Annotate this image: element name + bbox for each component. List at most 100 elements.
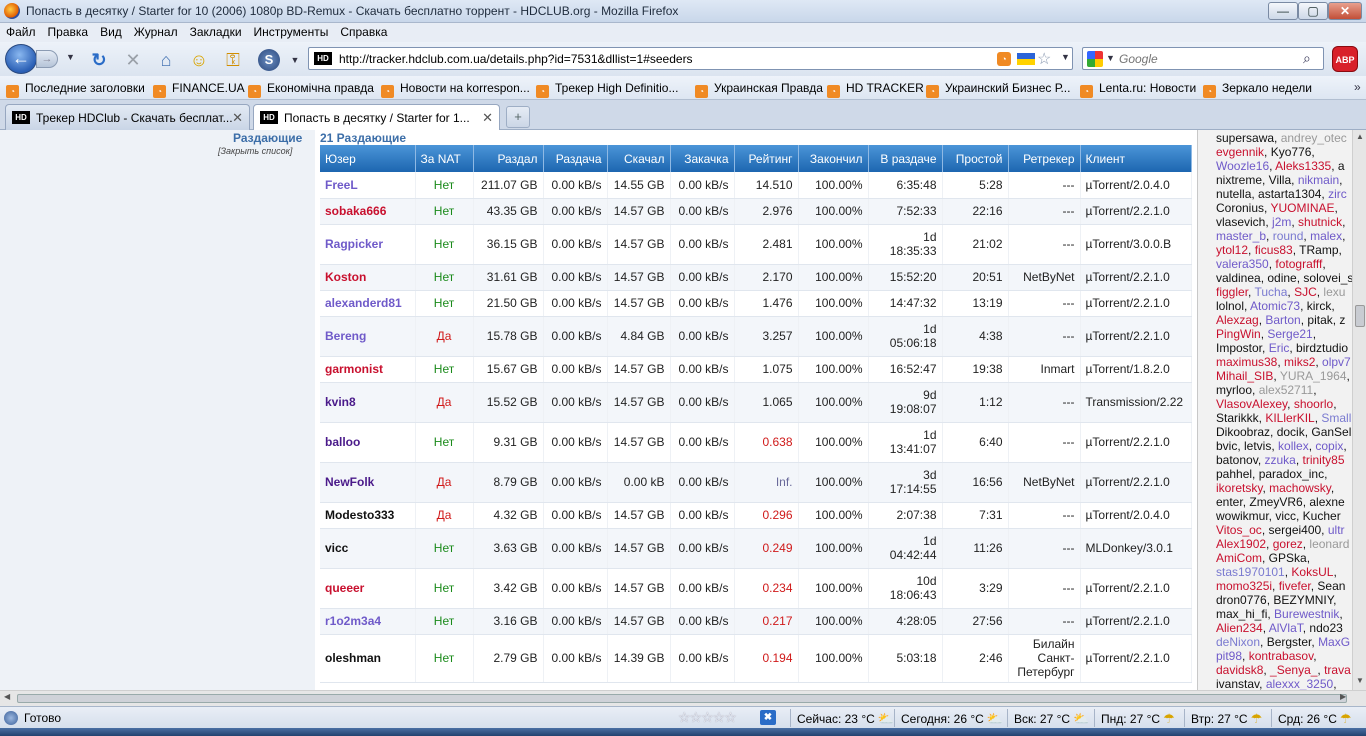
user-link[interactable]: valera350 xyxy=(1216,257,1269,271)
bookmarks-overflow-icon[interactable]: » xyxy=(1354,80,1361,94)
column-header[interactable]: Раздача xyxy=(543,145,608,172)
scroll-up-icon[interactable]: ▲ xyxy=(1353,130,1366,144)
scroll-right-icon[interactable]: ▶ xyxy=(1340,692,1346,701)
cell-user[interactable]: NewFolk xyxy=(320,462,416,503)
user-link[interactable]: nixtreme, Villa, xyxy=(1216,173,1298,187)
user-link[interactable]: batonov, xyxy=(1216,453,1264,467)
user-link[interactable]: , xyxy=(1266,537,1273,551)
adblock-plus-icon[interactable]: ABP xyxy=(1332,46,1358,72)
user-link[interactable]: alexxx_3250 xyxy=(1266,677,1333,690)
user-link[interactable]: Aleks1335 xyxy=(1275,159,1331,173)
user-link[interactable]: Alex1902 xyxy=(1216,537,1266,551)
column-header[interactable]: Закончил xyxy=(798,145,869,172)
bookmark-star-icon[interactable]: ☆ xyxy=(1037,49,1051,69)
user-link[interactable]: AmiCom xyxy=(1216,551,1262,565)
user-link[interactable]: Barton xyxy=(1265,313,1300,327)
menu-item[interactable]: Закладки xyxy=(184,23,248,39)
cell-user[interactable]: sobaka666 xyxy=(320,198,416,225)
weather-item[interactable]: Сегодня: 26 °C ⛅ xyxy=(901,711,1003,727)
user-link[interactable]: , xyxy=(1296,453,1303,467)
user-link[interactable]: , GPSka, xyxy=(1262,551,1310,565)
cell-user[interactable]: kvin8 xyxy=(320,382,416,423)
user-link[interactable]: round xyxy=(1273,229,1304,243)
user-link[interactable]: PingWin xyxy=(1216,327,1261,341)
cell-user[interactable]: vicc xyxy=(320,528,416,569)
close-list-link[interactable]: [Закрыть список] xyxy=(218,146,292,156)
reload-icon[interactable]: ↻ xyxy=(88,49,110,71)
cell-user[interactable]: alexanderd81 xyxy=(320,290,416,317)
minimize-button[interactable]: — xyxy=(1268,2,1298,20)
user-link[interactable]: , Bergster, xyxy=(1260,635,1318,649)
column-header[interactable]: Закачка xyxy=(670,145,735,172)
user-link[interactable]: YURA_1964 xyxy=(1280,369,1347,383)
maximize-button[interactable]: ▢ xyxy=(1298,2,1328,20)
rss-feed-icon[interactable]: ◔ xyxy=(997,52,1011,66)
new-tab-button[interactable]: + xyxy=(506,106,530,128)
user-link[interactable]: fotografff xyxy=(1275,257,1322,271)
user-link[interactable]: , xyxy=(1322,257,1325,271)
user-link[interactable]: dron0776, BEZYMNIY, xyxy=(1216,593,1337,607)
horizontal-scrollbar[interactable]: ◀ ▶ xyxy=(0,690,1366,706)
user-link[interactable]: KoksUL xyxy=(1291,565,1333,579)
user-link[interactable]: j2m xyxy=(1272,215,1291,229)
search-engine-dropdown-icon[interactable]: ▼ xyxy=(1106,53,1115,63)
key-icon[interactable]: ⚿ xyxy=(222,49,244,71)
user-link[interactable]: , pitak, z xyxy=(1301,313,1346,327)
user-link[interactable]: kontrabasov xyxy=(1249,649,1313,663)
menu-item[interactable]: Журнал xyxy=(128,23,184,39)
user-link[interactable]: , xyxy=(1313,327,1316,341)
user-link[interactable]: Small xyxy=(1321,411,1351,425)
user-link[interactable]: pit98 xyxy=(1216,649,1242,663)
user-link[interactable]: , xyxy=(1266,229,1273,243)
forward-button[interactable]: → xyxy=(36,50,58,68)
menu-item[interactable]: Правка xyxy=(42,23,95,39)
tab-close-icon[interactable]: ✕ xyxy=(482,110,493,126)
cell-user[interactable]: Modesto333 xyxy=(320,502,416,529)
user-link[interactable]: , xyxy=(1339,607,1342,621)
user-link[interactable]: , xyxy=(1287,397,1294,411)
url-dropdown-icon[interactable]: ▼ xyxy=(1061,52,1070,62)
user-link[interactable]: , xyxy=(1339,173,1342,187)
horizontal-scroll-thumb[interactable] xyxy=(17,694,1347,703)
column-header[interactable]: Клиент xyxy=(1080,145,1192,172)
user-link[interactable]: pahhel, paradox_inc, xyxy=(1216,467,1327,481)
user-link[interactable]: lolnol, xyxy=(1216,299,1250,313)
user-link[interactable]: , Sean xyxy=(1311,579,1346,593)
user-link[interactable]: kollex xyxy=(1278,439,1309,453)
weather-item[interactable]: Срд: 26 °C ☂ xyxy=(1278,711,1352,727)
user-link[interactable]: trava xyxy=(1324,663,1351,677)
user-link[interactable]: Mihail_SIB xyxy=(1216,369,1273,383)
user-link[interactable]: SJC xyxy=(1294,285,1317,299)
s-addon-icon[interactable]: S xyxy=(258,49,280,71)
cell-user[interactable]: garmonist xyxy=(320,356,416,383)
vertical-scroll-thumb[interactable] xyxy=(1355,305,1365,327)
user-link[interactable]: Eric xyxy=(1269,341,1290,355)
addon-dropdown-icon[interactable]: ▼ xyxy=(284,49,306,71)
user-link[interactable]: andrey_otec xyxy=(1281,131,1347,145)
rating-stars-icon[interactable]: ☆☆☆☆☆ xyxy=(678,709,737,726)
tab-close-icon[interactable]: ✕ xyxy=(232,110,243,126)
user-link[interactable]: , xyxy=(1313,383,1316,397)
cell-user[interactable]: Ragpicker xyxy=(320,224,416,265)
user-link[interactable]: , xyxy=(1342,215,1345,229)
cell-user[interactable]: balloo xyxy=(320,422,416,463)
user-link[interactable]: , kirck, xyxy=(1300,299,1335,313)
user-link[interactable]: Alexzag xyxy=(1216,313,1259,327)
column-header[interactable]: Рейтинг xyxy=(734,145,799,172)
menu-item[interactable]: Справка xyxy=(334,23,393,39)
user-link[interactable]: KILlerKIL xyxy=(1265,411,1314,425)
user-link[interactable]: Impostor, xyxy=(1216,341,1269,355)
menu-item[interactable]: Вид xyxy=(94,23,128,39)
user-link[interactable]: nutella, astarta1304, xyxy=(1216,187,1328,201)
user-link[interactable]: max_hi_fi, xyxy=(1216,607,1274,621)
user-link[interactable]: machowsky xyxy=(1269,481,1331,495)
user-link[interactable]: vlasevich, xyxy=(1216,215,1272,229)
cell-user[interactable]: FreeL xyxy=(320,172,416,199)
bookmark-item[interactable]: ◔ HD TRACKER xyxy=(827,81,924,98)
bookmark-item[interactable]: ◔ Новости на korrespon... xyxy=(381,81,530,98)
user-link[interactable]: nikmain xyxy=(1298,173,1339,187)
google-icon[interactable] xyxy=(1087,51,1103,67)
user-link[interactable]: olpv7 xyxy=(1322,355,1351,369)
user-link[interactable]: , ndo23 xyxy=(1303,621,1343,635)
user-link[interactable]: Starikkk, xyxy=(1216,411,1265,425)
